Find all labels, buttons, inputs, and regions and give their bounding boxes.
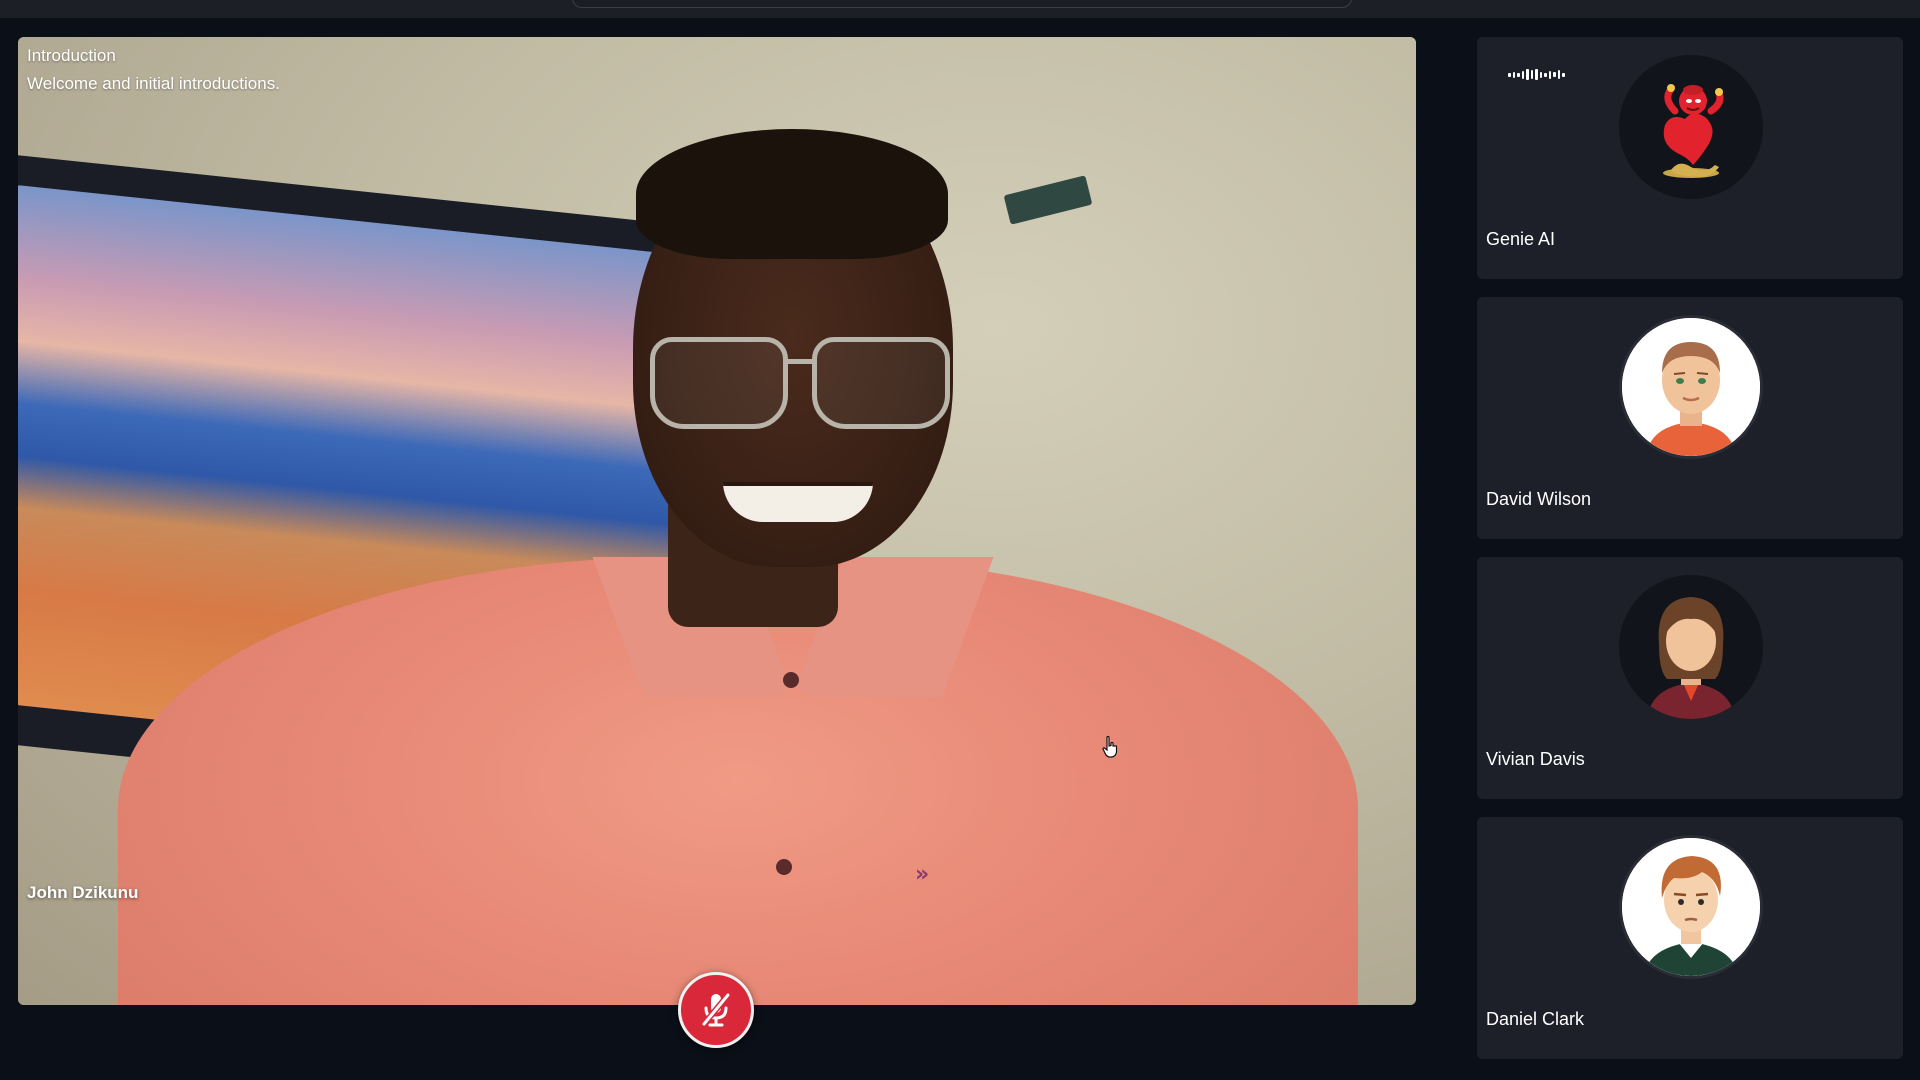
main-video-feed: » Introduction Welcome and initial intro… [18,37,1416,1005]
shirt-logo-icon: » [915,862,930,887]
mic-off-icon [701,992,731,1027]
participant-tile[interactable]: Genie AI [1477,37,1903,279]
person-hair [636,129,948,259]
participant-name: Daniel Clark [1486,1009,1585,1029]
speaker-name: John Dzikunu [27,883,139,902]
person-smile [723,482,873,522]
man-avatar [1619,315,1763,459]
genie-avatar [1619,55,1763,199]
audio-level-icon [1508,69,1565,80]
man-avatar [1619,835,1763,979]
participant-sidebar: Genie AI David Wilson Vivian Davis Danie… [1477,37,1903,1059]
participant-name: David Wilson [1486,489,1592,509]
shirt-button [776,859,792,875]
woman-avatar [1619,575,1763,719]
participant-tile[interactable]: Daniel Clark [1477,817,1903,1059]
top-drawer-handle[interactable] [572,0,1352,8]
mute-toggle-button[interactable] [678,972,754,1048]
person-glasses [650,337,950,437]
participant-name: Genie AI [1486,229,1556,249]
shirt-button [783,672,799,688]
participant-tile[interactable]: Vivian Davis [1477,557,1903,799]
agenda-title: Introduction [27,46,116,65]
agenda-subtitle: Welcome and initial introductions. [27,74,280,93]
top-bar [0,0,1920,18]
participant-tile[interactable]: David Wilson [1477,297,1903,539]
participant-name: Vivian Davis [1486,749,1585,769]
hand-cursor-icon [1102,735,1118,758]
